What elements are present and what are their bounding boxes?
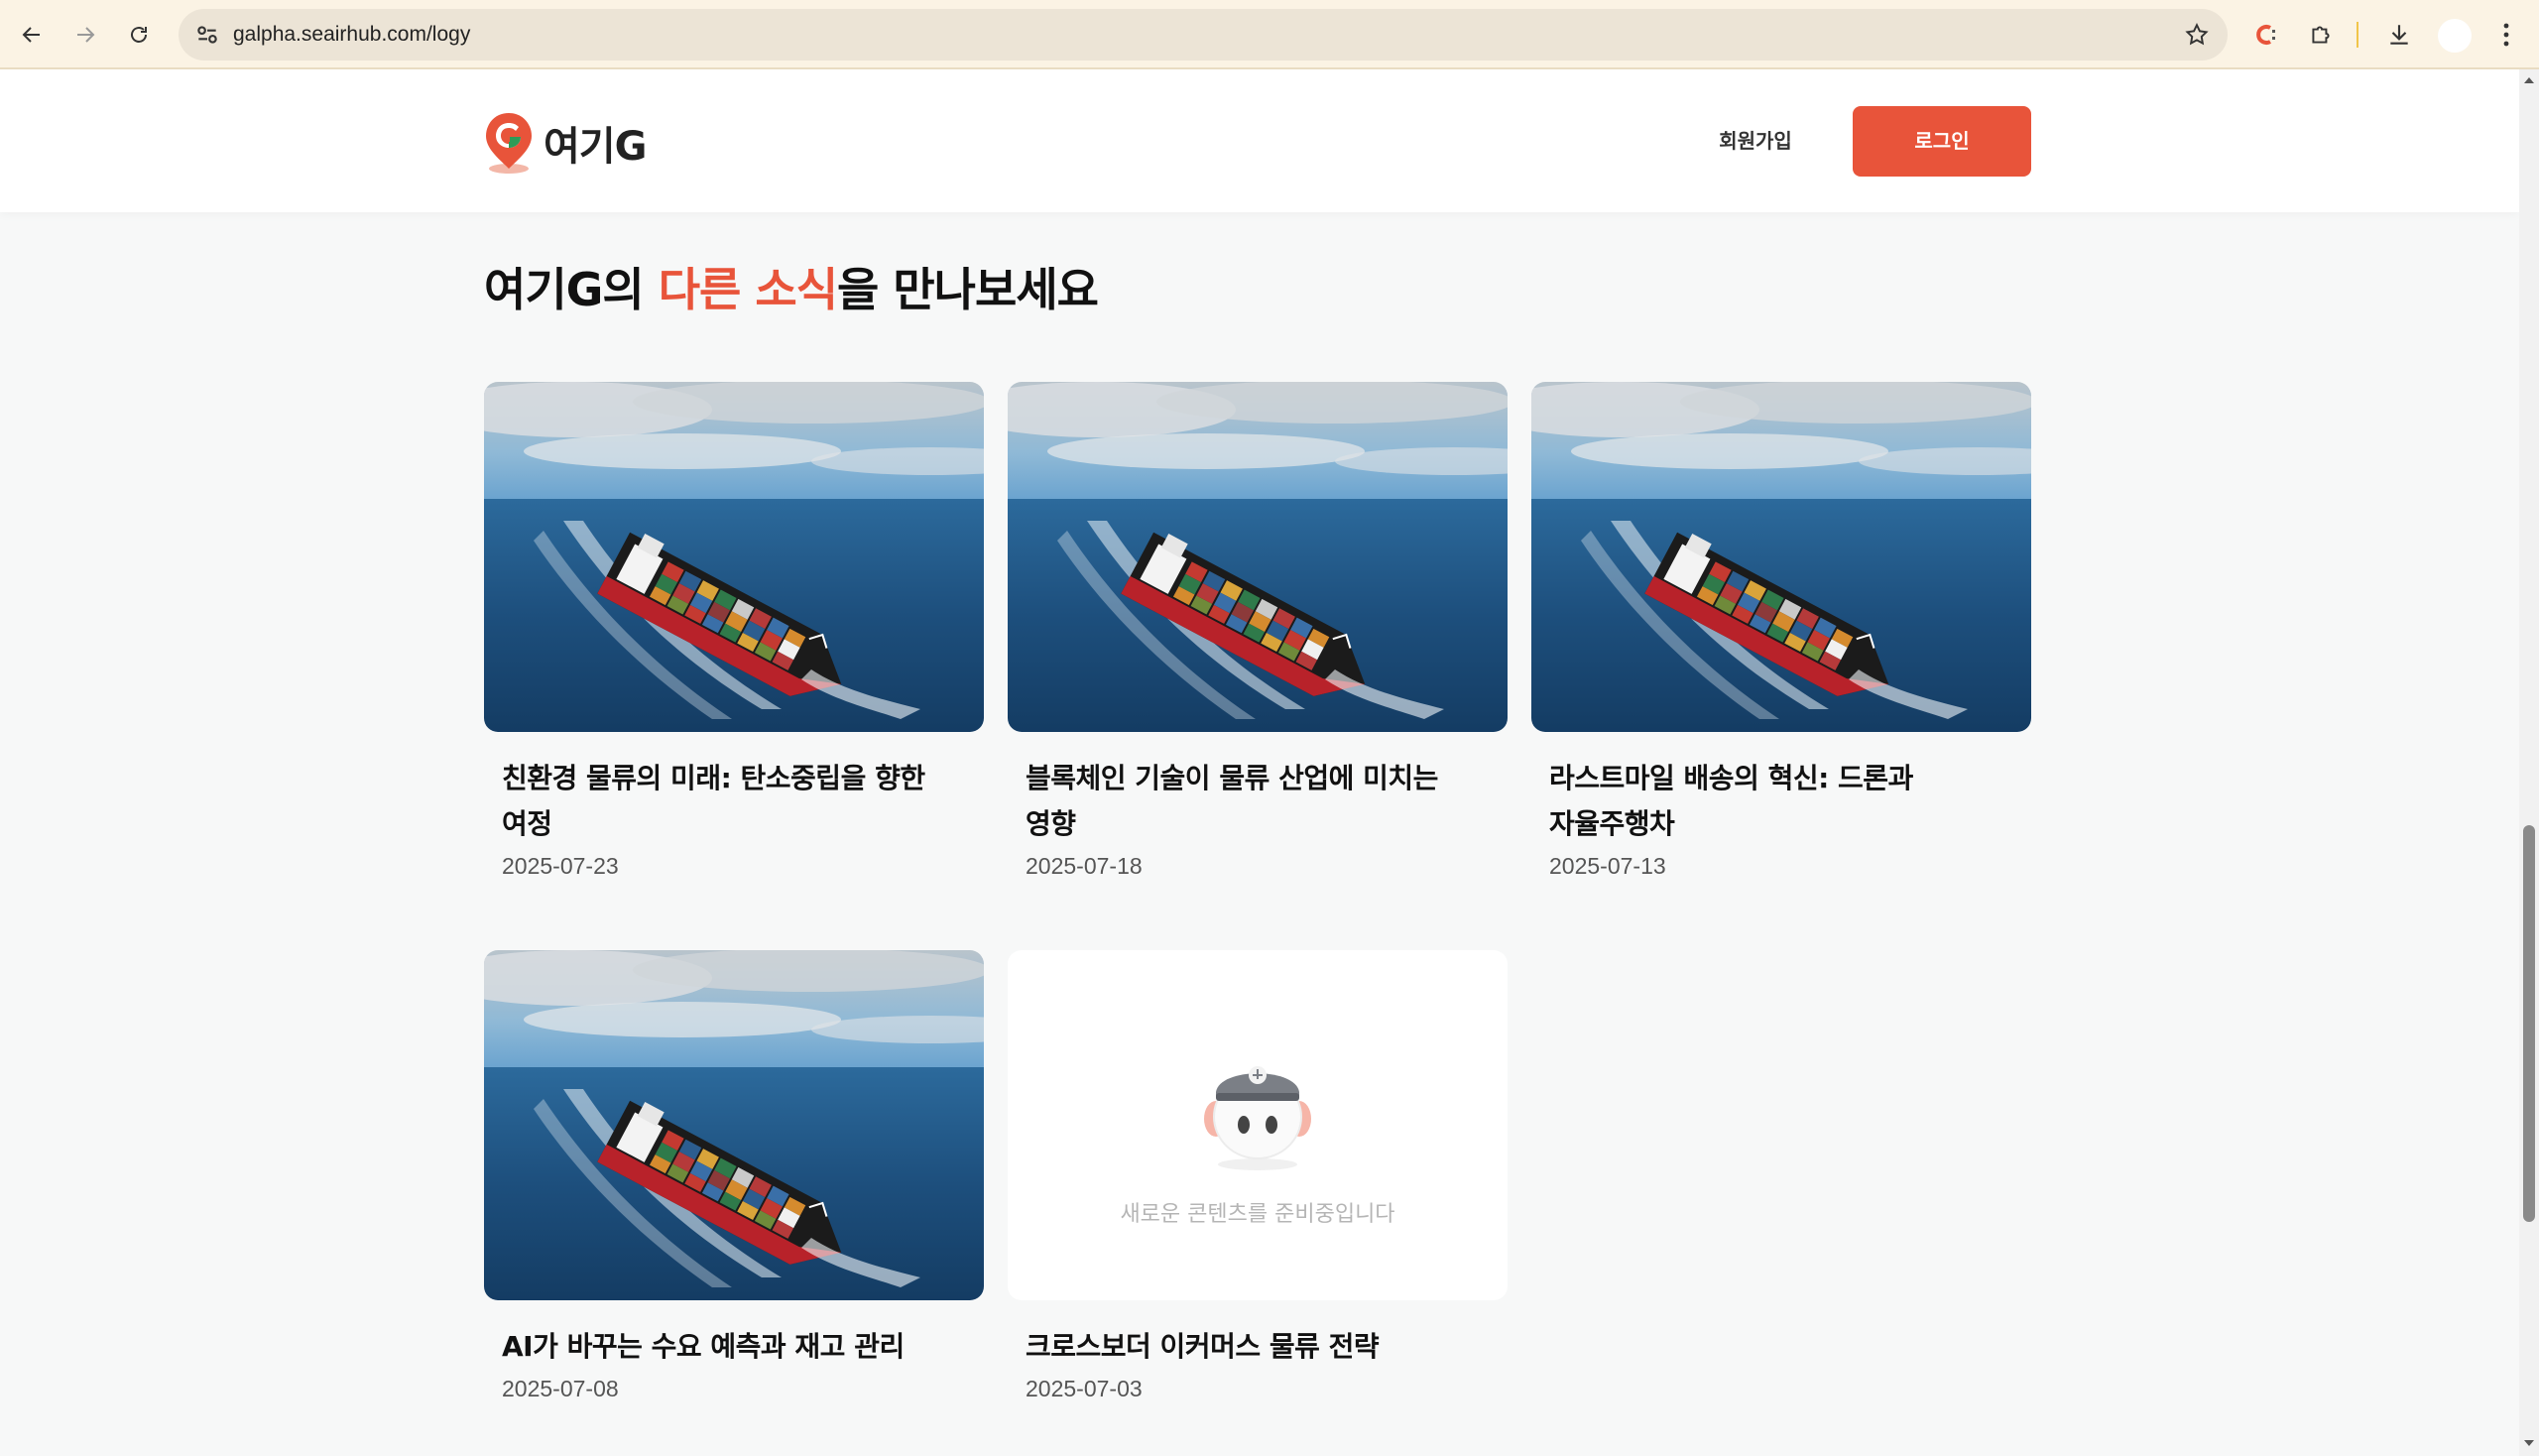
forward-button[interactable] [65, 15, 105, 55]
card-title[interactable]: 블록체인 기술이 물류 산업에 미치는영향 [1008, 756, 1508, 847]
placeholder-text: 새로운 콘텐츠를 준비중입니다 [1120, 1202, 1395, 1227]
logo-text: 여기G [544, 124, 647, 170]
card-thumbnail-ship[interactable] [1008, 382, 1508, 732]
card-title-line: 친환경 물류의 미래: 탄소중립을 향한 [502, 762, 925, 794]
signup-link[interactable]: 회원가입 [1686, 106, 1825, 176]
url-text[interactable]: galpha.seairhub.com/logy [233, 9, 470, 61]
browser-toolbar: galpha.seairhub.com/logy [0, 0, 2539, 69]
news-card[interactable]: 새로운 콘텐츠를 준비중입니다 크로스보더 이커머스 물류 전략 2025-07… [1008, 950, 1508, 1402]
card-title[interactable]: 라스트마일 배송의 혁신: 드론과자율주행차 [1531, 756, 2031, 847]
scroll-up-arrow-icon[interactable] [2522, 73, 2536, 87]
card-title[interactable]: 친환경 물류의 미래: 탄소중립을 향한여정 [484, 756, 984, 847]
ship-photo-image [484, 950, 984, 1300]
toolbar-divider [2357, 22, 2358, 48]
page: 여기G 회원가입 로그인 여기G의 다른 소식을 만나보세요 친환경 물류의 미… [0, 69, 2519, 1456]
scrollbar-thumb[interactable] [2523, 825, 2535, 1222]
captain-mascot-icon [1204, 1066, 1311, 1170]
arrow-right-icon [77, 27, 95, 43]
login-button[interactable]: 로그인 [1853, 106, 2031, 177]
title-accent: 다른 소식 [658, 263, 838, 316]
bookmark-star-icon[interactable] [2184, 22, 2210, 48]
card-date: 2025-07-18 [1026, 853, 1143, 879]
profile-avatar[interactable] [2438, 19, 2472, 53]
news-card[interactable]: 친환경 물류의 미래: 탄소중립을 향한여정 2025-07-23 [484, 382, 984, 880]
card-title-line: 자율주행차 [1549, 807, 1675, 840]
card-thumbnail-ship[interactable] [484, 950, 984, 1300]
extension-c-icon[interactable] [2251, 20, 2281, 50]
more-menu-icon[interactable] [2494, 18, 2518, 52]
ship-photo-image [1008, 382, 1508, 732]
site-logo[interactable]: 여기G [484, 111, 647, 175]
news-card[interactable]: 블록체인 기술이 물류 산업에 미치는영향 2025-07-18 [1008, 382, 1508, 880]
logo-pin-icon [486, 113, 532, 174]
card-date: 2025-07-13 [1549, 853, 1666, 879]
news-card[interactable]: 라스트마일 배송의 혁신: 드론과자율주행차 2025-07-13 [1531, 382, 2031, 880]
title-prefix: 여기G의 [484, 263, 659, 316]
section-title: 여기G의 다른 소식을 만나보세요 [484, 254, 1099, 319]
scroll-down-arrow-icon[interactable] [2522, 1436, 2536, 1450]
card-thumbnail-placeholder[interactable]: 새로운 콘텐츠를 준비중입니다 [1008, 950, 1508, 1300]
card-title-line: 라스트마일 배송의 혁신: 드론과 [1549, 762, 1913, 794]
card-title[interactable]: AI가 바꾸는 수요 예측과 재고 관리 [484, 1324, 984, 1370]
card-title-line: 여정 [502, 807, 552, 840]
page-scrollbar[interactable] [2519, 69, 2539, 1456]
card-date: 2025-07-03 [1026, 1376, 1143, 1401]
site-header: 여기G 회원가입 로그인 [0, 69, 2519, 212]
news-card[interactable]: AI가 바꾸는 수요 예측과 재고 관리 2025-07-08 [484, 950, 984, 1402]
title-suffix: 을 만나보세요 [837, 263, 1099, 316]
reload-button[interactable] [119, 15, 159, 55]
ship-photo-image [484, 382, 984, 732]
site-settings-icon[interactable] [194, 22, 220, 48]
arrow-left-icon [22, 27, 40, 43]
card-title-line: 영향 [1026, 807, 1076, 840]
ship-photo-image [1531, 382, 2031, 732]
address-bar[interactable]: galpha.seairhub.com/logy [179, 9, 2228, 61]
card-date: 2025-07-08 [502, 1376, 619, 1401]
card-title-line: 블록체인 기술이 물류 산업에 미치는 [1026, 762, 1438, 794]
card-thumbnail-ship[interactable] [1531, 382, 2031, 732]
reload-icon [131, 27, 147, 43]
extensions-puzzle-icon[interactable] [2306, 20, 2336, 50]
back-button[interactable] [12, 15, 52, 55]
card-title[interactable]: 크로스보더 이커머스 물류 전략 [1008, 1324, 1508, 1370]
download-icon[interactable] [2384, 20, 2414, 50]
card-date: 2025-07-23 [502, 853, 619, 879]
card-thumbnail-ship[interactable] [484, 382, 984, 732]
